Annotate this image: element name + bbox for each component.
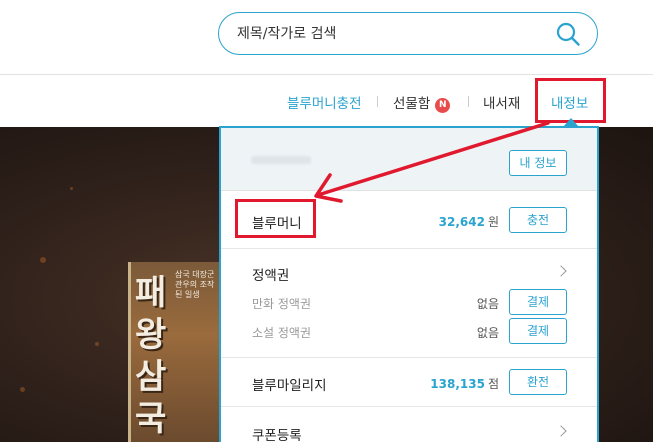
chevron-right-icon[interactable] [555,425,567,437]
bluemoney-unit: 원 [487,215,499,229]
charge-button[interactable]: 충전 [509,207,567,233]
search-input[interactable] [237,23,537,45]
nav-item-my-library[interactable]: 내서재 [483,92,520,112]
dropdown-user-section: 내 정보 [221,128,597,191]
mileage-balance: 138,135 점 [430,375,499,392]
comic-pass-pay-button[interactable]: 결제 [509,289,567,315]
search-bar[interactable] [218,12,598,55]
comic-pass-label: 만화 정액권 [252,297,312,311]
ember-decoration [95,342,99,346]
header [0,0,653,75]
search-icon[interactable] [555,21,581,47]
ember-decoration [40,257,46,263]
novel-pass-label: 소설 정액권 [252,326,312,340]
my-info-button[interactable]: 내 정보 [509,150,567,176]
pass-label: 정액권 [252,268,290,284]
book-cover[interactable]: 패왕삼국 삼국 대장군 관우의 조작된 일생 [128,262,220,442]
nav-divider [377,96,378,107]
nav-item-gift-box-label: 선물함 [393,96,431,112]
my-info-dropdown: 내 정보 블루머니 32,642 원 충전 정액권 만화 정액권 없음 결제 소설… [219,126,599,442]
bluemoney-balance: 32,642 원 [439,213,499,230]
ember-decoration [20,387,25,392]
novel-pass-pay-button[interactable]: 결제 [509,318,567,344]
mileage-label: 블루마일리지 [252,378,327,394]
ember-decoration [70,187,73,190]
nav-item-gift-box[interactable]: 선물함 N [393,92,451,113]
blurred-username [251,156,311,164]
comic-pass-status: 없음 [476,297,499,311]
bluemoney-amount: 32,642 [438,215,485,229]
nav-item-bluemoney-charge[interactable]: 블루머니충전 [287,92,362,112]
mileage-amount: 138,135 [430,377,485,391]
divider [221,406,597,407]
nav-divider [468,96,469,107]
divider [221,248,597,249]
annotation-highlight-box [535,78,606,123]
coupon-register-link[interactable]: 쿠폰등록 [252,424,302,442]
book-cover-title: 패왕삼국 [135,273,167,439]
novel-pass-status: 없음 [476,326,499,340]
exchange-button[interactable]: 환전 [509,369,567,395]
chevron-right-icon[interactable] [555,265,567,277]
book-cover-subtitle: 삼국 대장군 관우의 조작된 일생 [175,270,215,299]
new-badge: N [435,98,451,113]
annotation-highlight-box [235,199,316,238]
divider [221,357,597,358]
mileage-unit: 점 [487,377,499,391]
